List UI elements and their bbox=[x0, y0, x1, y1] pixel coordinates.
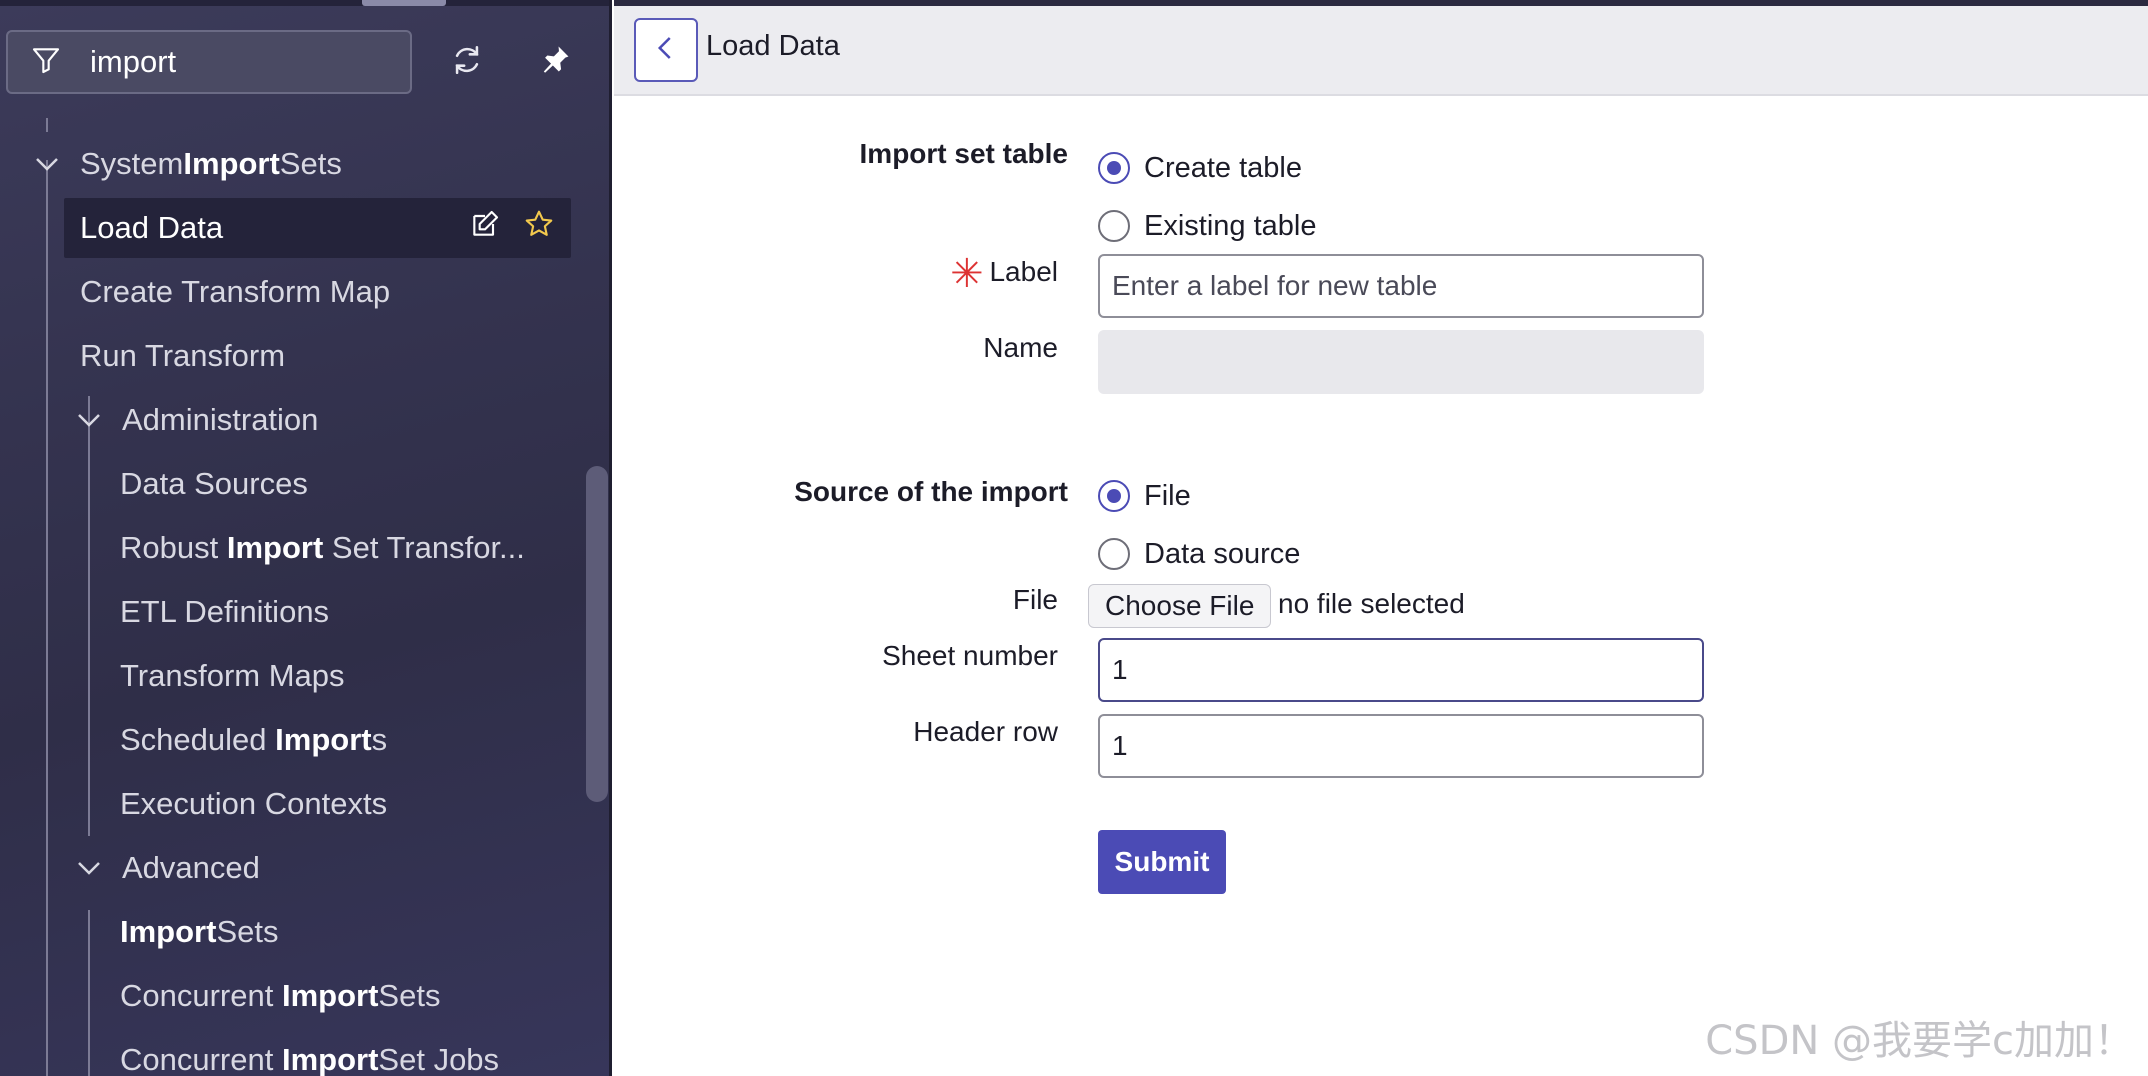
nav-label-match: Import bbox=[226, 530, 324, 565]
required-icon: ✳ bbox=[950, 252, 984, 296]
chevron-down-icon bbox=[78, 414, 100, 427]
label-field-label: Label bbox=[989, 256, 1058, 287]
nav-label: Concurrent bbox=[120, 978, 274, 1013]
nav-label: Robust bbox=[120, 530, 219, 565]
nav-label: Set Transfor... bbox=[331, 530, 525, 565]
label-input[interactable] bbox=[1098, 254, 1704, 318]
nav-label: Sets bbox=[279, 146, 342, 181]
nav-label-match: Import bbox=[275, 722, 372, 757]
header-row-input[interactable] bbox=[1098, 714, 1704, 778]
radio-source-file[interactable]: File bbox=[1098, 476, 1191, 516]
name-input bbox=[1098, 330, 1704, 394]
nav-concurrent-import-sets[interactable]: Concurrent Import Sets bbox=[120, 966, 440, 1026]
sheet-number-label: Sheet number bbox=[882, 640, 1058, 671]
chevron-down-icon bbox=[78, 862, 100, 875]
nav-label-match: Import bbox=[183, 146, 280, 181]
nav-label-match: Import bbox=[120, 914, 217, 949]
nav-system-import-sets[interactable]: System Import Sets bbox=[32, 134, 342, 194]
nav-label: Load Data bbox=[80, 210, 224, 245]
radio-label: File bbox=[1144, 479, 1191, 512]
file-field-label: File bbox=[1012, 584, 1058, 615]
import-set-table-label: Import set table bbox=[859, 138, 1068, 169]
radio-create-table[interactable]: Create table bbox=[1098, 148, 1302, 188]
radio-button[interactable] bbox=[1098, 480, 1130, 512]
nav-run-transform[interactable]: Run Transform bbox=[80, 326, 285, 386]
radio-label: Create table bbox=[1144, 151, 1302, 184]
page-header: Load Data bbox=[614, 0, 2148, 96]
nav-concurrent-import-set-jobs[interactable]: Concurrent Import Set Jobs bbox=[120, 1030, 499, 1076]
tree-line bbox=[46, 160, 48, 1076]
back-button[interactable] bbox=[634, 18, 698, 82]
nav-administration[interactable]: Administration bbox=[74, 390, 318, 450]
nav-label: System bbox=[80, 146, 184, 181]
tree-line bbox=[46, 118, 48, 132]
nav-label: Advanced bbox=[122, 850, 260, 885]
nav-label: Run Transform bbox=[80, 338, 286, 373]
radio-button[interactable] bbox=[1098, 152, 1130, 184]
chevron-down-icon bbox=[36, 158, 58, 171]
sidebar-top-bar bbox=[0, 0, 609, 6]
edit-icon[interactable] bbox=[469, 208, 501, 248]
nav-label: Administration bbox=[122, 402, 319, 437]
filter-input[interactable] bbox=[88, 43, 388, 81]
nav-data-sources[interactable]: Data Sources bbox=[120, 454, 308, 514]
filter-box[interactable] bbox=[6, 30, 412, 94]
radio-label: Data source bbox=[1144, 537, 1301, 570]
nav-advanced[interactable]: Advanced bbox=[74, 838, 260, 898]
filter-icon bbox=[30, 44, 62, 81]
nav-load-data[interactable]: Load Data bbox=[64, 198, 571, 258]
nav-label: Transform Maps bbox=[120, 658, 345, 693]
nav-label-match: Import bbox=[281, 978, 379, 1013]
nav-execution-contexts[interactable]: Execution Contexts bbox=[120, 774, 387, 834]
radio-button[interactable] bbox=[1098, 210, 1130, 242]
nav-create-transform-map[interactable]: Create Transform Map bbox=[80, 262, 390, 322]
name-field-label: Name bbox=[983, 332, 1058, 363]
sheet-number-input[interactable] bbox=[1098, 638, 1704, 702]
radio-existing-table[interactable]: Existing table bbox=[1098, 206, 1317, 246]
header-top-line bbox=[614, 0, 2148, 6]
source-of-import-label: Source of the import bbox=[794, 476, 1068, 507]
page-title: Load Data bbox=[706, 30, 840, 62]
nav-label: s bbox=[371, 722, 388, 757]
file-status-text: no file selected bbox=[1278, 588, 1465, 619]
nav-label: Data Sources bbox=[120, 466, 308, 501]
watermark: CSDN @我要学c加加！ bbox=[1705, 1018, 2134, 1064]
sidebar-scrollbar[interactable] bbox=[586, 466, 608, 802]
tree-line bbox=[88, 396, 90, 836]
nav-label: Create Transform Map bbox=[80, 274, 391, 309]
choose-file-button[interactable]: Choose File bbox=[1088, 584, 1272, 628]
tree-line bbox=[88, 910, 90, 1076]
submit-button[interactable]: Submit bbox=[1098, 830, 1226, 894]
pin-button[interactable] bbox=[528, 40, 582, 84]
nav-label-match: Import bbox=[281, 1042, 379, 1076]
star-icon[interactable] bbox=[523, 208, 555, 248]
nav-import-sets[interactable]: Import Sets bbox=[120, 902, 278, 962]
nav-scheduled-imports[interactable]: Scheduled Import s bbox=[120, 710, 387, 770]
nav-label: Set Jobs bbox=[378, 1042, 500, 1076]
nav-transform-maps[interactable]: Transform Maps bbox=[120, 646, 345, 706]
nav-label: Sets bbox=[216, 914, 279, 949]
sidebar: System Import Sets Load Data Create Tran… bbox=[0, 0, 612, 1076]
nav-label: Scheduled bbox=[120, 722, 267, 757]
radio-button[interactable] bbox=[1098, 538, 1130, 570]
refresh-icon bbox=[450, 43, 484, 82]
nav-label: Sets bbox=[378, 978, 441, 1013]
tab-indicator bbox=[362, 0, 446, 6]
header-row-label: Header row bbox=[913, 716, 1058, 747]
nav-label: ETL Definitions bbox=[120, 594, 330, 629]
nav-label: Concurrent bbox=[120, 1042, 274, 1076]
chevron-left-icon bbox=[651, 33, 681, 68]
refresh-button[interactable] bbox=[440, 40, 494, 84]
nav-robust-import-set-transformers[interactable]: Robust Import Set Transfor... bbox=[120, 518, 525, 578]
nav-label: Execution Contexts bbox=[120, 786, 388, 821]
pin-icon bbox=[538, 43, 572, 82]
radio-label: Existing table bbox=[1144, 209, 1317, 242]
nav-etl-definitions[interactable]: ETL Definitions bbox=[120, 582, 329, 642]
radio-source-data-source[interactable]: Data source bbox=[1098, 534, 1300, 574]
